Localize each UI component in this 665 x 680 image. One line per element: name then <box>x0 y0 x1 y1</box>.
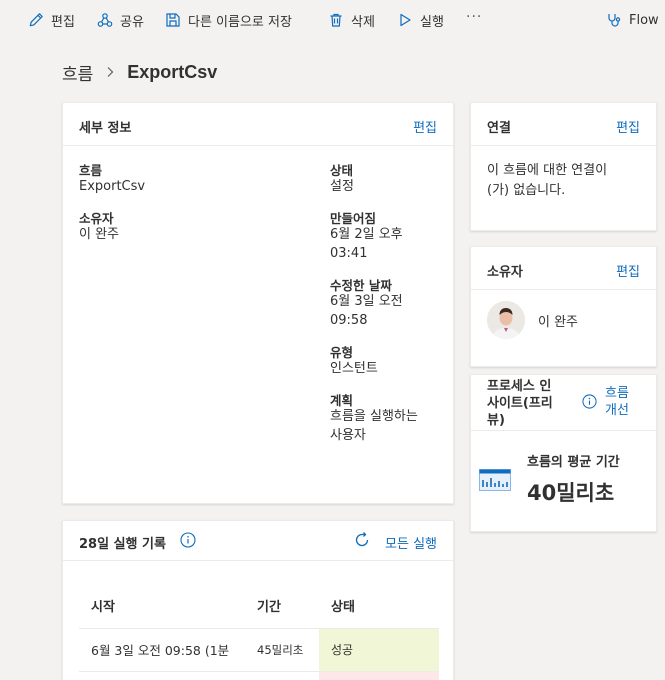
column-header-duration: 기간 <box>257 599 281 615</box>
run-status-cell: 성공 <box>319 628 439 671</box>
save-as-icon <box>165 12 181 28</box>
flow-name-value: ExportCsv <box>79 179 146 194</box>
process-insights-title-line1: 프로세스 인 <box>487 379 552 394</box>
play-icon <box>397 12 413 28</box>
save-as-button[interactable]: 다른 이름으로 저장 <box>165 0 292 40</box>
owners-edit-link[interactable]: 편집 <box>616 261 640 280</box>
connections-message-line2: (가) 없습니다. <box>487 183 566 198</box>
run-duration-cell: 45밀리초 <box>257 642 304 657</box>
stethoscope-icon <box>606 12 622 28</box>
run-start-cell <box>79 671 242 680</box>
process-insights-title-line3: 뷰) <box>487 413 505 428</box>
breadcrumb-root[interactable]: 흐름 <box>62 60 93 85</box>
details-card: 세부 정보 편집 흐름 ExportCsv 소유자 이 완주 상태 설정 만들어… <box>62 102 454 504</box>
improve-flow-link-line1[interactable]: 흐름 <box>605 385 629 402</box>
modified-value-line2: 09:58 <box>330 313 368 328</box>
created-value-line2: 03:41 <box>330 246 368 261</box>
type-value: 인스턴트 <box>330 361 378 376</box>
status-value: 설정 <box>330 179 354 194</box>
table-row[interactable]: 6월 3일 오전 09:58 (1분 45밀리초 성공 <box>79 628 439 671</box>
more-options-icon[interactable]: ··· <box>466 9 482 25</box>
process-insights-title-line2: 사이트(프리 <box>487 396 553 411</box>
plan-value-line2: 사용자 <box>330 428 366 443</box>
column-header-start: 시작 <box>91 599 115 615</box>
connections-edit-link[interactable]: 편집 <box>616 117 640 136</box>
column-header-status: 상태 <box>331 599 355 615</box>
breadcrumb: 흐름 ExportCsv <box>62 60 218 85</box>
share-icon <box>97 12 113 28</box>
duration-chart-icon <box>479 469 511 491</box>
modified-value-line1: 6월 3일 오전 <box>330 294 403 309</box>
table-header-row: 시작 기간 상태 <box>79 583 439 628</box>
share-label: 공유 <box>120 14 144 30</box>
run-start-cell: 6월 3일 오전 09:58 (1분 <box>91 643 230 658</box>
details-title: 세부 정보 <box>79 121 132 136</box>
run-history-header: 28일 실행 기록 모든 실행 <box>63 521 453 561</box>
connections-message-line1: 이 흐름에 대한 연결이 <box>487 163 608 178</box>
owners-card: 소유자 편집 이 완주 <box>470 246 657 367</box>
run-history-table: 시작 기간 상태 6월 3일 오전 09:58 (1분 45밀리초 성공 <box>79 583 439 680</box>
edit-button[interactable]: 편집 <box>28 0 75 40</box>
run-history-info-icon[interactable] <box>180 532 196 548</box>
delete-label: 삭제 <box>351 14 375 30</box>
run-label: 실행 <box>420 14 444 30</box>
owners-title: 소유자 <box>487 265 523 280</box>
trash-icon <box>328 12 344 28</box>
save-as-label: 다른 이름으로 저장 <box>188 14 292 30</box>
info-icon[interactable] <box>582 394 597 409</box>
flow-checker-button[interactable]: Flow <box>606 0 659 40</box>
process-insights-header: 프로세스 인 사이트(프리 뷰) 흐름 개선 <box>471 375 656 431</box>
details-edit-link[interactable]: 편집 <box>413 117 437 136</box>
owner-value: 이 완주 <box>79 227 120 242</box>
share-button[interactable]: 공유 <box>97 0 144 40</box>
refresh-icon[interactable] <box>353 531 371 549</box>
created-value-line1: 6월 2일 오후 <box>330 227 403 242</box>
avatar <box>487 301 525 339</box>
owners-card-header: 소유자 편집 <box>471 247 656 290</box>
pencil-icon <box>28 12 44 28</box>
run-button[interactable]: 실행 <box>397 0 444 40</box>
details-card-header: 세부 정보 편집 <box>63 103 453 146</box>
run-history-card: 28일 실행 기록 모든 실행 시작 기간 상태 6월 3일 오전 09:58 … <box>62 520 454 680</box>
run-status-cell <box>319 671 439 680</box>
plan-value-line1: 흐름을 실행하는 <box>330 409 418 424</box>
edit-label: 편집 <box>51 14 75 30</box>
avg-duration-label: 흐름의 평균 기간 <box>527 455 620 470</box>
table-row[interactable] <box>79 671 439 680</box>
flow-checker-label: Flow <box>629 12 659 28</box>
connections-card-header: 연결 편집 <box>471 103 656 146</box>
chevron-right-icon <box>105 66 115 78</box>
connections-card: 연결 편집 이 흐름에 대한 연결이 (가) 없습니다. <box>470 102 657 231</box>
owner-name: 이 완주 <box>538 315 579 330</box>
command-bar: 편집 공유 다른 이름으로 저장 삭제 실행 ··· Flow <box>0 0 665 40</box>
avg-duration-value: 40밀리초 <box>527 481 615 505</box>
delete-button[interactable]: 삭제 <box>328 0 375 40</box>
run-duration-cell <box>242 671 319 680</box>
improve-flow-link-line2[interactable]: 개선 <box>605 402 629 419</box>
all-runs-link[interactable]: 모든 실행 <box>385 533 437 552</box>
run-history-title: 28일 실행 기록 <box>79 537 166 552</box>
connections-title: 연결 <box>487 121 511 136</box>
process-insights-card: 프로세스 인 사이트(프리 뷰) 흐름 개선 흐름의 평균 기간 40밀리초 <box>470 374 657 532</box>
breadcrumb-current: ExportCsv <box>127 61 218 82</box>
